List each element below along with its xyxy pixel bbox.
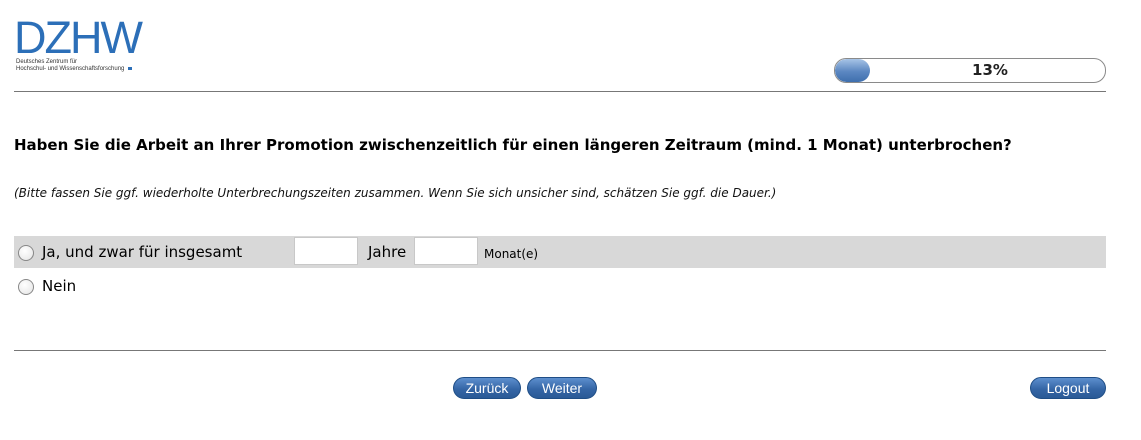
- logo-subtitle-line2: Hochschul- und Wissenschaftsforschung: [16, 66, 133, 73]
- option-nein-row: Nein: [14, 270, 1106, 302]
- months-unit: Monat(e): [484, 247, 539, 261]
- option-nein-label[interactable]: Nein: [42, 277, 76, 295]
- logo-subtitle: Deutsches Zentrum für Hochschul- und Wis…: [16, 59, 133, 73]
- logout-button[interactable]: Logout: [1030, 377, 1106, 399]
- question-hint: (Bitte fassen Sie ggf. wiederholte Unter…: [14, 186, 777, 200]
- option-nein-radio[interactable]: [18, 279, 34, 295]
- logo-dot-icon: [128, 66, 133, 70]
- next-button[interactable]: Weiter: [527, 377, 597, 399]
- logo-subtitle-line1: Deutsches Zentrum für: [16, 59, 78, 65]
- header-divider: [14, 91, 1106, 92]
- option-ja-label[interactable]: Ja, und zwar für insgesamt: [42, 243, 242, 261]
- back-button[interactable]: Zurück: [453, 377, 521, 399]
- option-ja-row: Ja, und zwar für insgesamt Jahre Monat(e…: [14, 236, 1106, 268]
- dzhw-logo: DZHW Deutsches Zentrum für Hochschul- un…: [14, 12, 184, 80]
- years-input[interactable]: [294, 237, 358, 265]
- years-unit: Jahre: [368, 243, 407, 261]
- footer-divider: [14, 350, 1106, 351]
- header: DZHW Deutsches Zentrum für Hochschul- un…: [0, 0, 1141, 92]
- option-ja-radio[interactable]: [18, 245, 34, 261]
- logo-mark: DZHW: [14, 12, 143, 63]
- progress-bar: 13%: [834, 58, 1106, 83]
- months-input[interactable]: [414, 237, 478, 265]
- question-text: Haben Sie die Arbeit an Ihrer Promotion …: [14, 136, 1012, 154]
- progress-label: 13%: [972, 61, 1008, 79]
